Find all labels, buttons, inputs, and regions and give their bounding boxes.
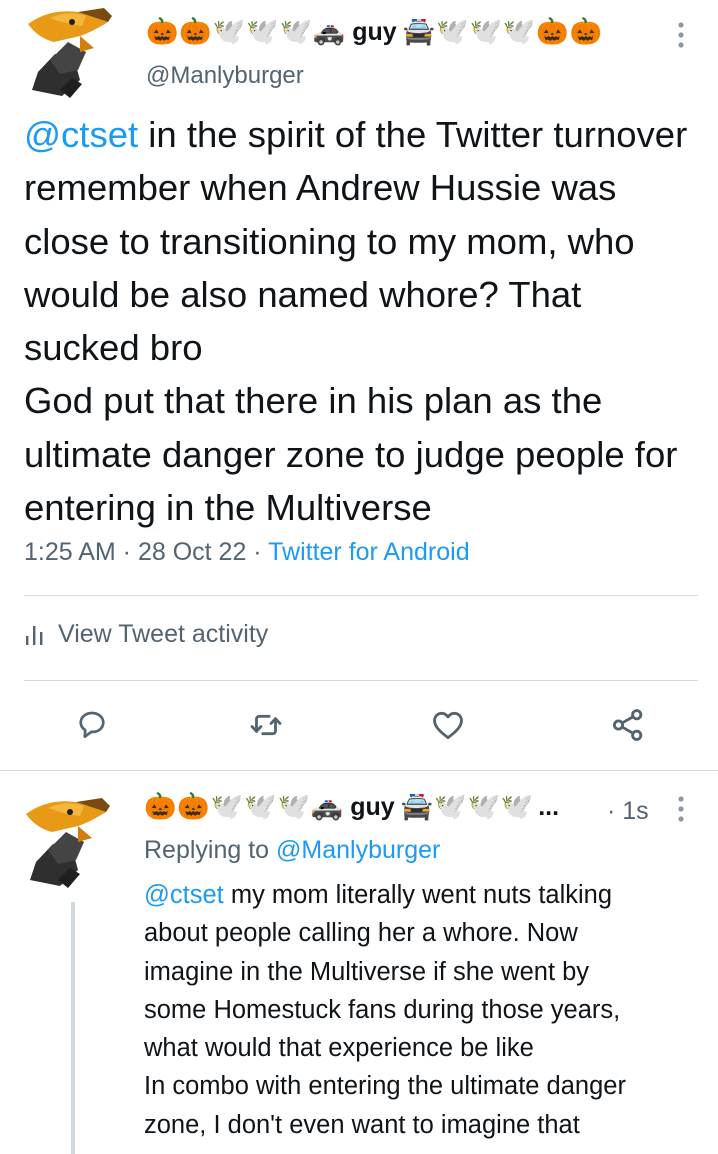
activity-label: View Tweet activity (58, 620, 269, 648)
name-emoji: 🚓 (310, 791, 344, 821)
reply-line: some Homestuck fans during those years, (144, 995, 621, 1024)
reply-line: what would that experience be like (144, 1034, 534, 1063)
name-emoji: 🕊️ (210, 791, 244, 821)
name-emoji: 🚔 (402, 16, 436, 46)
tweet-source[interactable]: Twitter for Android (268, 538, 469, 566)
display-name[interactable]: 🎃🎃🕊️🕊️🕊️🚓 guy 🚔🕊️🕊️🕊️🎃🎃 (146, 18, 603, 47)
replying-label: Replying to (144, 836, 277, 864)
name-emoji: 🎃 (177, 791, 210, 821)
name-emoji: 🎃 (536, 16, 569, 46)
heart-icon (433, 711, 463, 740)
meta-separator: · (115, 538, 138, 566)
display-name-text: guy (352, 18, 397, 46)
tweet-time[interactable]: 1:25 AM (24, 538, 116, 566)
share-icon (612, 709, 643, 741)
reply-text: @ctset my mom literally went nuts talkin… (144, 876, 704, 1144)
name-emoji: 🚓 (312, 16, 346, 46)
name-emoji: 🎃 (179, 16, 212, 46)
name-emoji: 🕊️ (246, 16, 279, 46)
tweet-text: @ctset in the spirit of the Twitter turn… (24, 108, 704, 534)
more-vertical-icon[interactable] (676, 796, 686, 822)
name-emoji: 🕊️ (500, 791, 534, 821)
share-button[interactable] (606, 703, 650, 747)
avatar[interactable] (20, 2, 130, 102)
mention-link[interactable]: @ctset (24, 114, 138, 155)
bar-chart-icon (26, 625, 43, 645)
name-emoji: 🕊️ (277, 791, 310, 821)
handle[interactable]: @Manlyburger (146, 62, 304, 90)
name-emoji: 🕊️ (212, 16, 246, 46)
replying-to: Replying to @Manlyburger (144, 836, 440, 865)
tweet-date[interactable]: 28 Oct 22 (138, 538, 246, 566)
divider (0, 770, 718, 771)
name-emoji: 🚔 (400, 791, 434, 821)
name-emoji: 🕊️ (436, 16, 469, 46)
name-emoji: 🎃 (569, 16, 602, 46)
meta-separator-2: · (246, 538, 269, 566)
reply-line: In combo with entering the ultimate dang… (144, 1072, 626, 1101)
avatar-image (26, 798, 110, 888)
like-button[interactable] (426, 703, 470, 747)
mention-link[interactable]: @ctset (144, 881, 224, 909)
name-truncation: ... (538, 793, 560, 821)
retweet-icon (250, 714, 282, 736)
avatar-image (28, 8, 112, 98)
reply-line: about people calling her a whore. Now (144, 919, 578, 948)
reply-avatar[interactable] (18, 792, 128, 892)
name-emoji: 🕊️ (502, 16, 536, 46)
divider (24, 595, 698, 596)
reply-button[interactable] (70, 703, 114, 747)
name-emoji: 🕊️ (279, 16, 312, 46)
reply-icon (79, 711, 105, 739)
reply-time[interactable]: · 1s (607, 797, 649, 826)
replying-handle[interactable]: @Manlyburger (276, 836, 440, 864)
divider (24, 680, 698, 681)
name-emoji: 🕊️ (244, 791, 277, 821)
reply-display-name[interactable]: 🎃🎃🕊️🕊️🕊️🚓 guy 🚔🕊️🕊️🕊️ ... (144, 793, 559, 822)
name-emoji: 🎃 (146, 16, 179, 46)
reply-line: zone, I don't even want to imagine that (144, 1110, 580, 1139)
reply-line: imagine in the Multiverse if she went by (144, 957, 590, 986)
name-emoji: 🕊️ (467, 791, 500, 821)
thread-line (71, 902, 75, 1154)
tweet-body: in the spirit of the Twitter turnover re… (24, 114, 688, 529)
name-emoji: 🕊️ (434, 791, 467, 821)
name-emoji: 🎃 (144, 791, 177, 821)
retweet-button[interactable] (244, 703, 288, 747)
more-vertical-icon[interactable] (676, 22, 686, 48)
tweet-meta: 1:25 AM · 28 Oct 22 · Twitter for Androi… (24, 538, 470, 567)
reply-line: @ctset my mom literally went nuts talkin… (144, 881, 613, 909)
name-emoji: 🕊️ (469, 16, 502, 46)
display-name-text: guy (350, 793, 395, 821)
view-tweet-activity[interactable]: View Tweet activity (24, 620, 268, 649)
